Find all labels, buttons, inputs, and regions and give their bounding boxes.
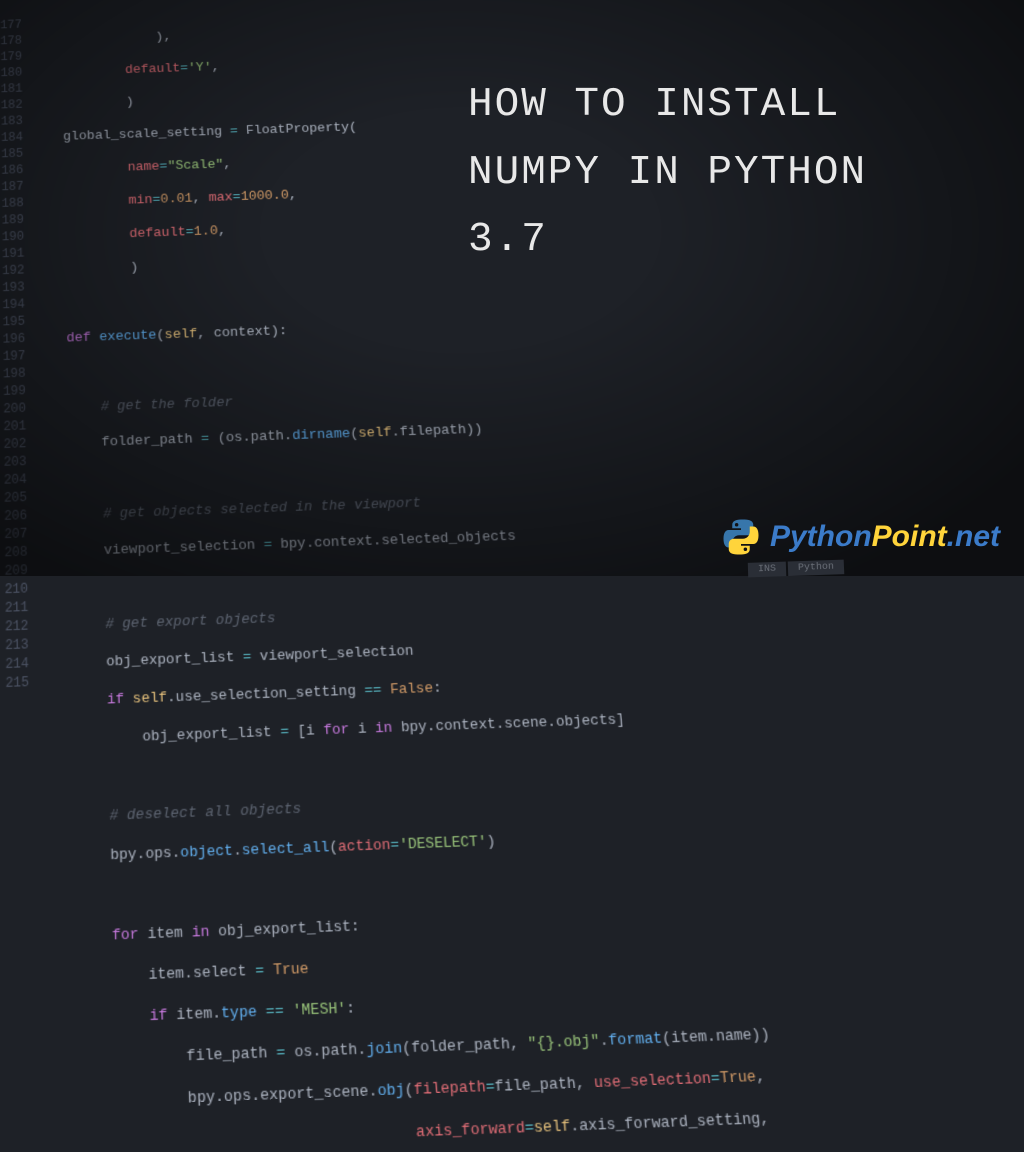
brand-logo: PythonPoint.net: [720, 516, 1000, 558]
article-title: HOW TO INSTALL NUMPY IN PYTHON 3.7: [468, 72, 867, 275]
brand-text: PythonPoint.net: [770, 520, 1000, 554]
title-line: 3.7: [468, 207, 867, 275]
status-lang: Python: [788, 560, 845, 576]
python-logo-icon: [720, 516, 762, 558]
title-line: NUMPY IN PYTHON: [468, 140, 867, 208]
status-mode: INS: [748, 562, 786, 578]
title-line: HOW TO INSTALL: [468, 72, 867, 140]
